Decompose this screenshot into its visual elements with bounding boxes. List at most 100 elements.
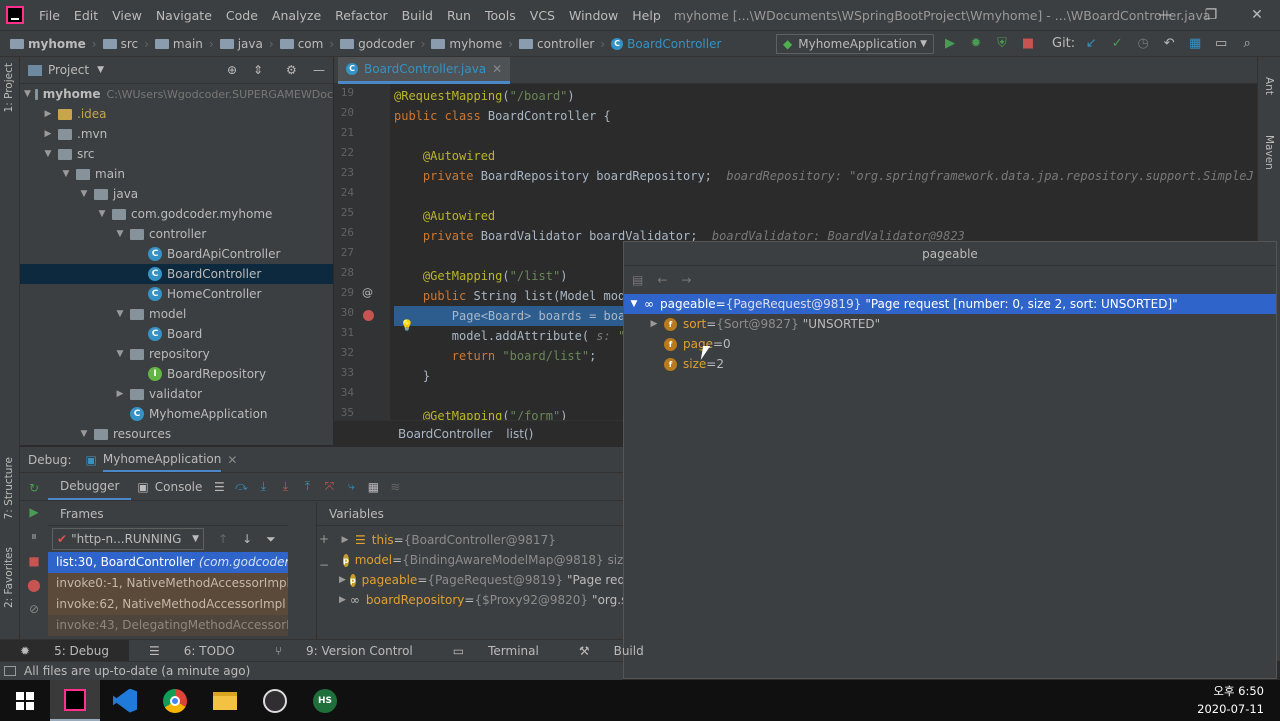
- bottom-tab-todo[interactable]: ☰ 6: TODO: [129, 644, 255, 658]
- code-line[interactable]: @Autowired: [394, 206, 495, 226]
- tool-tab-favorites[interactable]: 2: Favorites: [3, 547, 15, 608]
- expand-arrow-icon[interactable]: ▶: [648, 319, 660, 329]
- menu-item-tools[interactable]: Tools: [478, 8, 523, 23]
- expand-arrow-icon[interactable]: ▼: [60, 169, 72, 179]
- code-line[interactable]: model.addAttribute( s: "boa: [394, 326, 647, 346]
- tree-node[interactable]: ▶ .idea: [20, 104, 333, 124]
- expand-arrow-icon[interactable]: ▶: [42, 129, 54, 139]
- tool-tab-structure[interactable]: 7: Structure: [3, 457, 15, 519]
- taskbar-chrome[interactable]: [150, 680, 200, 721]
- expand-arrow-icon[interactable]: ▼: [628, 299, 640, 309]
- minimize-icon[interactable]: —: [1142, 0, 1188, 30]
- tree-node[interactable]: ▼ java: [20, 184, 333, 204]
- step-into-icon[interactable]: ⤓: [252, 476, 274, 498]
- menu-item-vcs[interactable]: VCS: [523, 8, 562, 23]
- breakpoints-icon[interactable]: ⬤: [27, 578, 40, 592]
- stop-icon[interactable]: ■: [1018, 33, 1038, 53]
- code-line[interactable]: }: [394, 366, 430, 386]
- tree-node[interactable]: ▶ .mvn: [20, 124, 333, 144]
- add-watch-icon[interactable]: +: [319, 532, 329, 546]
- debug-icon[interactable]: ✹: [966, 33, 986, 53]
- code-line[interactable]: @Autowired: [394, 146, 495, 166]
- taskbar-explorer[interactable]: [200, 680, 250, 721]
- inspector-row[interactable]: ▶ f sort = {Sort@9827} "UNSORTED": [624, 314, 1276, 334]
- gear-icon[interactable]: ⚙: [286, 63, 297, 77]
- restore-icon[interactable]: ❐: [1188, 0, 1234, 30]
- mute-breakpoints-icon[interactable]: ⊘: [29, 602, 39, 616]
- expand-arrow-icon[interactable]: ▼: [42, 149, 54, 159]
- up-icon[interactable]: ↑: [218, 532, 228, 546]
- history-icon[interactable]: ◷: [1133, 33, 1153, 53]
- menu-item-refactor[interactable]: Refactor: [328, 8, 394, 23]
- tree-node[interactable]: ▼ src: [20, 144, 333, 164]
- mapping-marker-icon[interactable]: @: [362, 286, 373, 299]
- code-line[interactable]: @RequestMapping("/board"): [394, 86, 575, 106]
- back-icon[interactable]: ←: [657, 273, 667, 287]
- breakpoint-icon[interactable]: [363, 310, 374, 321]
- code-line[interactable]: return "board/list";: [394, 346, 597, 366]
- inspector-row[interactable]: f page = 0: [624, 334, 1276, 354]
- step-out-icon[interactable]: ⤒: [296, 476, 318, 498]
- tree-node[interactable]: ▼ model: [20, 304, 333, 324]
- code-breadcrumb-method[interactable]: list(): [506, 427, 533, 441]
- code-line[interactable]: @GetMapping("/form"): [394, 406, 568, 420]
- tree-node[interactable]: ▼ repository: [20, 344, 333, 364]
- lightbulb-icon[interactable]: 💡: [400, 319, 414, 332]
- variable-row[interactable]: ▶ p pageable = {PageRequest@9819} "Page req…: [339, 570, 624, 590]
- menu-item-help[interactable]: Help: [625, 8, 668, 23]
- breadcrumb-item[interactable]: src: [99, 37, 143, 51]
- collapse-icon[interactable]: ⇕: [253, 63, 263, 77]
- tree-node[interactable]: ▼ myhome C:\WUsers\Wgodcoder.SUPERGAMEWDoc: [20, 84, 333, 104]
- stack-frame[interactable]: list:30, BoardController(com.godcoder.m: [48, 552, 288, 573]
- project-view-select[interactable]: Project: [48, 63, 89, 77]
- tree-node[interactable]: ▼ com.godcoder.myhome: [20, 204, 333, 224]
- close-icon[interactable]: ✕: [1234, 0, 1280, 30]
- start-button[interactable]: [0, 680, 50, 721]
- resume-icon[interactable]: ▶: [29, 505, 38, 519]
- pause-icon[interactable]: ⏸: [31, 529, 37, 544]
- project-structure-icon[interactable]: ▦: [1185, 33, 1205, 53]
- code-breadcrumb-class[interactable]: BoardController: [398, 427, 492, 441]
- folder-icon[interactable]: ▤: [632, 273, 643, 287]
- code-line[interactable]: Page<Board> boards = board: [394, 306, 640, 326]
- expand-arrow-icon[interactable]: ▼: [96, 209, 108, 219]
- tree-node[interactable]: ▼ main: [20, 164, 333, 184]
- forward-icon[interactable]: →: [681, 273, 691, 287]
- editor-tab[interactable]: C BoardController.java ✕: [338, 57, 511, 84]
- trace-icon[interactable]: ≋: [384, 476, 406, 498]
- menu-item-run[interactable]: Run: [440, 8, 478, 23]
- tree-node[interactable]: ▼ controller: [20, 224, 333, 244]
- tab-debugger[interactable]: Debugger: [48, 474, 132, 500]
- expand-arrow-icon[interactable]: ▼: [78, 429, 90, 439]
- rerun-icon[interactable]: ↻: [29, 481, 39, 495]
- menu-item-analyze[interactable]: Analyze: [265, 8, 328, 23]
- drop-frame-icon[interactable]: ⤧: [318, 476, 340, 498]
- expand-arrow-icon[interactable]: ▶: [339, 535, 351, 545]
- rollback-icon[interactable]: ↶: [1159, 33, 1179, 53]
- breadcrumb-item[interactable]: main: [151, 37, 207, 51]
- menu-item-file[interactable]: File: [32, 8, 67, 23]
- expand-arrow-icon[interactable]: ▶: [114, 389, 126, 399]
- tool-tab-maven[interactable]: Maven: [1263, 135, 1275, 170]
- git-commit-icon[interactable]: ✓: [1107, 33, 1127, 53]
- menu-item-navigate[interactable]: Navigate: [149, 8, 219, 23]
- hide-icon[interactable]: —: [313, 63, 325, 77]
- expand-arrow-icon[interactable]: ▼: [114, 349, 126, 359]
- breadcrumb-item[interactable]: C BoardController: [607, 37, 725, 51]
- step-over-icon[interactable]: ⤼: [230, 476, 252, 498]
- git-update-icon[interactable]: ↙: [1081, 33, 1101, 53]
- code-line[interactable]: public class BoardController {: [394, 106, 611, 126]
- expand-arrow-icon[interactable]: ▶: [339, 595, 346, 605]
- remove-watch-icon[interactable]: −: [319, 558, 329, 572]
- menu-item-edit[interactable]: Edit: [67, 8, 105, 23]
- breadcrumb-item[interactable]: controller: [515, 37, 598, 51]
- coverage-icon[interactable]: ⛨: [992, 33, 1012, 53]
- taskbar-hs[interactable]: HS: [300, 680, 350, 721]
- tree-node[interactable]: I BoardRepository: [20, 364, 333, 384]
- stack-frame[interactable]: invoke:62, NativeMethodAccessorImpl(ja: [48, 594, 288, 615]
- tab-console[interactable]: ▣ Console: [131, 480, 208, 494]
- tree-node[interactable]: C Board: [20, 324, 333, 344]
- tool-tab-project[interactable]: 1: Project: [3, 63, 15, 112]
- tree-node[interactable]: ▶ validator: [20, 384, 333, 404]
- expand-arrow-icon[interactable]: ▼: [114, 229, 126, 239]
